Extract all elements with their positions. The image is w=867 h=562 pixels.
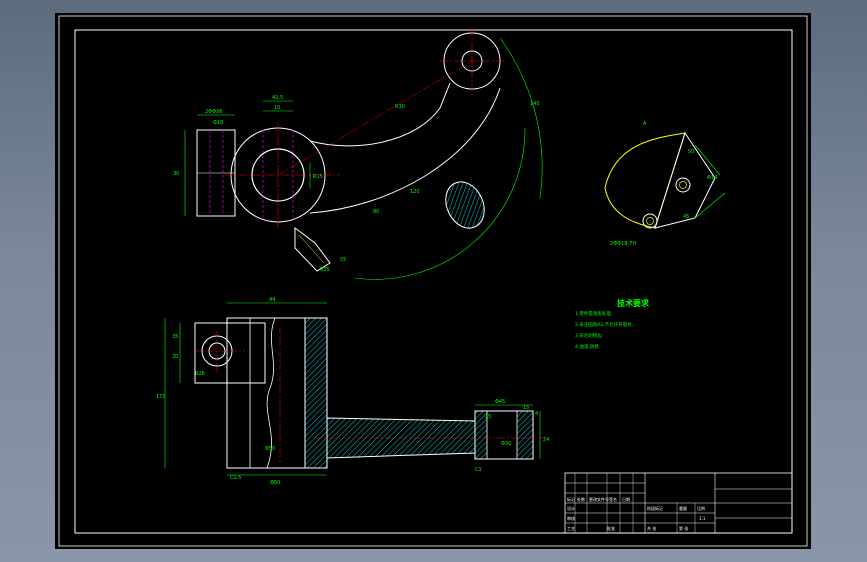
dim-r30: R30 <box>395 104 405 110</box>
upper-lug <box>194 322 266 384</box>
tb-label-mark: 标记 <box>567 496 575 502</box>
section-a-label: A <box>643 121 647 127</box>
tb-label-sheet-no: 第 张 <box>679 525 688 531</box>
cad-drawing: 2ΦΦ36 Φ18 42.5 10 30 R15 R30 140 120 80 … <box>58 15 808 547</box>
section-a-view: A 50 Φ14 45 2ΦΦ18-7H <box>604 121 726 247</box>
dim-170: 170 <box>156 394 166 400</box>
dim-small-10: 10 <box>274 105 280 111</box>
tb-label-change: 更改文件号 <box>589 496 609 502</box>
dim-55: 55 <box>340 257 346 263</box>
dim-24: 24 <box>543 437 549 443</box>
tb-label-approve: 批准 <box>607 525 615 531</box>
tb-label-process: 工艺 <box>567 526 575 531</box>
tb-label-design: 设计 <box>567 505 575 511</box>
removed-section <box>445 181 485 229</box>
dim-r15-top: R15 <box>313 174 323 180</box>
title-block: 标记 处数 更改文件号 签名 日期 设计 审核 工艺 批准 阶段标记 重量 比例… <box>564 472 793 534</box>
section-hole-2 <box>642 213 658 229</box>
dim-50: 50 <box>688 149 694 155</box>
tb-label-weight: 重量 <box>679 505 687 511</box>
tb-label-scale: 比例 <box>697 505 705 511</box>
body-section <box>304 317 328 469</box>
dim-hole-spec-section: 2ΦΦ18-7H <box>610 241 636 247</box>
cad-canvas: 2ΦΦ36 Φ18 42.5 10 30 R15 R30 140 120 80 … <box>55 13 811 549</box>
dim-45: 45 <box>683 214 689 220</box>
dim-phi14: Φ14 <box>707 175 717 181</box>
dim-r35: R35 <box>320 267 330 273</box>
tb-label-total-sheets: 共 张 <box>647 525 656 531</box>
dim-phi45: Φ45 <box>495 399 505 405</box>
dim-35: 35 <box>172 334 178 340</box>
tb-label-review: 审核 <box>567 515 575 521</box>
dim-phi30: Φ30 <box>501 441 511 447</box>
inner-border <box>74 29 793 534</box>
section-a-outline <box>604 132 686 229</box>
tb-label-date: 日期 <box>622 496 630 502</box>
dim-width-top: 42.5 <box>272 95 283 101</box>
top-view: 2ΦΦ36 Φ18 42.5 10 30 R15 R30 140 120 80 … <box>173 28 543 280</box>
dim-140: 140 <box>530 101 540 107</box>
tech-requirements: 技术要求 1.零件需调质处理. 2.未注圆角R2,不允许有裂纹, 3.去毛刺锐边… <box>575 298 650 350</box>
arm-outline <box>309 82 451 147</box>
dim-20: 20 <box>172 354 178 360</box>
dim-hole-spec-top: 2ΦΦ36 <box>205 109 222 115</box>
dim-44: 44 <box>269 297 275 303</box>
lower-lug <box>294 227 331 272</box>
dim-r26: R26 <box>195 371 205 377</box>
section-hole-1 <box>675 177 691 193</box>
tb-label-stage: 阶段标记 <box>647 505 663 511</box>
dim-30: 30 <box>173 171 179 177</box>
front-view: 44 35 20 170 R26 Φ60 Φ50 C1.5 Φ45 15 4 C… <box>156 297 549 486</box>
dim-15: 15 <box>523 405 529 411</box>
dim-4: 4 <box>535 411 538 417</box>
tech-item-1: 1.零件需调质处理. <box>575 310 612 317</box>
tb-scale-value: 1:1 <box>699 516 706 521</box>
dim-80: 80 <box>373 209 379 215</box>
tb-label-count: 处数 <box>577 496 585 502</box>
dim-c15: C1.5 <box>230 475 241 481</box>
outer-border <box>58 15 808 547</box>
dim-phi50: Φ50 <box>265 446 275 452</box>
dim-120: 120 <box>410 189 420 195</box>
dim-dia-top: Φ18 <box>213 120 223 126</box>
tech-item-2: 2.未注圆角R2,不允许有裂纹, <box>575 321 633 328</box>
tech-item-3: 3.去毛刺锐边. <box>575 332 603 339</box>
dim-phi60: Φ60 <box>270 480 280 486</box>
tech-item-4: 4.油漆,防锈. <box>575 343 600 350</box>
dim-c1: C1 <box>475 467 482 473</box>
tech-title: 技术要求 <box>617 298 650 308</box>
dim-25: 25 <box>485 414 491 420</box>
tb-label-sign: 签名 <box>609 496 617 502</box>
